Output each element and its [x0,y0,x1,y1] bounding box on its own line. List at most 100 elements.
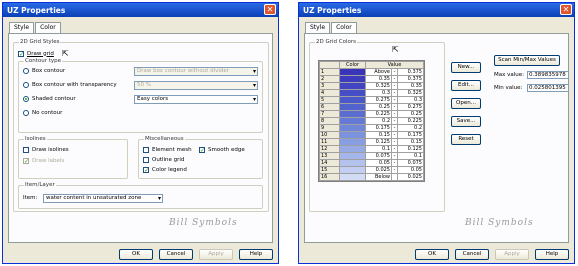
group-title: Item/Layer [24,182,56,188]
max-value-label: Max value: [494,72,524,78]
color-swatch [339,82,366,90]
watermark-signature: Bill Symbols [169,218,238,228]
value-to: 0.375 [397,75,424,83]
box-contour-select[interactable]: Draw box contour without divider [134,67,258,76]
color-swatch [339,173,366,181]
scan-min-max-button[interactable]: Scan Min/Max Values [494,55,560,66]
outline-grid-checkbox[interactable]: Outline grid [143,157,184,163]
table-row[interactable]: 3 0.325-0.35 [319,82,424,90]
value-to: 0.25 [397,110,424,118]
color-table[interactable]: Color Value 1 Above -0.375 2 0.35-0.375 3 0.325… [318,60,425,182]
draw-isolines-checkbox[interactable]: Draw isolines [23,147,69,153]
table-row[interactable]: 1 Above -0.375 [319,68,424,76]
value-from: 0.35 [365,75,392,83]
draw-labels-checkbox[interactable]: ✓ Draw labels [23,158,64,165]
watermark-signature: Bill Symbols [465,218,534,228]
header-value: Value [365,61,424,69]
value-from: 0.125 [365,138,392,146]
row-index: 1 [319,68,340,76]
value-to: 0.2 [397,124,424,132]
color-swatch [339,96,366,104]
header-index [319,61,340,69]
help-button[interactable]: Help [239,249,273,260]
row-index: 9 [319,124,340,132]
value-to: 0.15 [397,138,424,146]
table-row[interactable]: 4 0.3-0.325 [319,89,424,97]
color-swatch [339,89,366,97]
smooth-edge-checkbox[interactable]: ✓ Smooth edge [199,147,245,154]
color-swatch [339,166,366,174]
draw-grid-checkbox[interactable]: ✓ Draw grid ⇱ [18,49,69,58]
table-row[interactable]: 10 0.15-0.175 [319,131,424,139]
min-value-label: Min value: [494,85,523,91]
header-color: Color [339,61,366,69]
shaded-contour-radio[interactable]: Shaded contour [23,96,76,102]
table-row[interactable]: 14 0.05-0.075 [319,159,424,167]
ok-button[interactable]: OK [415,249,449,260]
table-row[interactable]: 8 0.2-0.225 [319,117,424,125]
element-mesh-checkbox[interactable]: Element mesh [143,147,192,153]
box-contour-radio[interactable]: Box contour [23,68,65,74]
table-row[interactable]: 6 0.25-0.275 [319,103,424,111]
table-row[interactable]: 13 0.075-0.1 [319,152,424,160]
ok-button[interactable]: OK [119,249,153,260]
color-swatch [339,75,366,83]
value-from: 0.3 [365,89,392,97]
value-from: Above [365,68,392,76]
table-row[interactable]: 12 0.1-0.125 [319,145,424,153]
value-to: 0.05 [397,166,424,174]
table-row[interactable]: 11 0.125-0.15 [319,138,424,146]
shaded-colors-select[interactable]: Easy colors [134,95,258,104]
row-index: 2 [319,75,340,83]
group-title: 2D Grid Styles [19,39,61,45]
new-button[interactable]: New... [451,62,481,73]
checkbox-icon [23,147,29,153]
row-index: 7 [319,110,340,118]
item-select[interactable]: water content in unsaturated zone [43,194,163,203]
check-icon: ✓ [18,50,25,58]
radio-icon [23,96,29,102]
table-row[interactable]: 15 0.025-0.05 [319,166,424,174]
row-index: 15 [319,166,340,174]
cancel-button[interactable]: Cancel [159,249,193,260]
row-index: 8 [319,117,340,125]
value-from: 0.025 [365,166,392,174]
value-to: 0.025 [397,173,424,181]
table-row[interactable]: 7 0.225-0.25 [319,110,424,118]
help-button[interactable]: Help [535,249,569,260]
color-legend-checkbox[interactable]: ✓ Color legend [143,167,187,174]
value-to: 0.325 [397,89,424,97]
group-title: Miscellaneous [144,136,185,142]
apply-button[interactable]: Apply [199,249,233,260]
close-icon[interactable]: ✕ [264,4,276,15]
color-swatch [339,131,366,139]
cancel-button[interactable]: Cancel [455,249,489,260]
table-row[interactable]: 9 0.175-0.2 [319,124,424,132]
close-icon[interactable]: ✕ [560,4,572,15]
table-row[interactable]: 16 Below 0.025 [319,173,424,181]
apply-button[interactable]: Apply [495,249,529,260]
group-title: 2D Grid Colors [315,39,357,45]
value-from: 0.1 [365,145,392,153]
edit-button[interactable]: Edit... [451,80,481,91]
item-label: Item: [23,195,38,201]
table-row[interactable]: 2 0.35-0.375 [319,75,424,83]
value-to: 0.225 [397,117,424,125]
save-button[interactable]: Save... [451,116,481,127]
radio-icon [23,82,29,88]
value-from: 0.05 [365,159,392,167]
table-row[interactable]: 5 0.275-0.3 [319,96,424,104]
window-title: UZ Properties [7,6,66,15]
value-to: 0.35 [397,82,424,90]
max-value-field[interactable]: 0.389835978 [527,71,569,79]
group-2d-grid-styles: 2D Grid Styles ✓ Draw grid ⇱ Contour type … [13,39,269,212]
open-button[interactable]: Open... [451,98,481,109]
no-contour-radio[interactable]: No contour [23,110,62,116]
reset-button[interactable]: Reset [451,134,481,145]
value-from: 0.275 [365,96,392,104]
transparency-select[interactable]: 50 % [134,81,258,90]
box-transparency-radio[interactable]: Box contour with transparency [23,82,117,88]
min-value-field[interactable]: 0.025801395 [527,84,569,92]
row-index: 5 [319,96,340,104]
color-swatch [339,103,366,111]
